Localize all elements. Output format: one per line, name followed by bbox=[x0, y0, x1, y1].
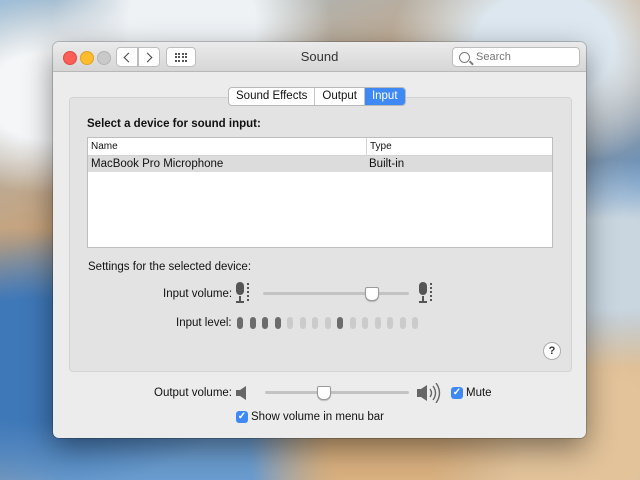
tab-sound-effects[interactable]: Sound Effects bbox=[229, 88, 316, 105]
level-segment bbox=[337, 317, 343, 329]
tab-input[interactable]: Input bbox=[364, 88, 405, 105]
mic-low-icon bbox=[236, 282, 249, 304]
level-segment bbox=[249, 317, 256, 329]
settings-heading: Settings for the selected device: bbox=[88, 261, 252, 273]
level-segment bbox=[374, 317, 381, 329]
output-volume-label: Output volume: bbox=[154, 387, 232, 399]
level-segment bbox=[287, 317, 293, 329]
column-header-name[interactable]: Name bbox=[88, 138, 367, 155]
input-level-meter bbox=[237, 317, 418, 329]
device-name: MacBook Pro Microphone bbox=[91, 158, 224, 170]
show-volume-checkbox[interactable]: ✓ bbox=[236, 411, 248, 423]
level-segment bbox=[349, 317, 356, 329]
search-icon bbox=[459, 51, 470, 63]
mute-label[interactable]: Mute bbox=[466, 387, 492, 399]
level-segment bbox=[387, 317, 393, 329]
speaker-high-icon bbox=[417, 383, 441, 403]
help-button[interactable]: ? bbox=[543, 342, 561, 360]
show-volume-label[interactable]: Show volume in menu bar bbox=[251, 411, 384, 423]
mute-checkbox[interactable]: ✓ bbox=[451, 387, 463, 399]
speaker-low-icon bbox=[236, 386, 246, 400]
device-select-heading: Select a device for sound input: bbox=[87, 118, 261, 130]
mic-high-icon bbox=[419, 282, 432, 304]
title-bar: Sound bbox=[53, 42, 586, 72]
level-segment bbox=[324, 317, 331, 329]
device-type: Built-in bbox=[369, 158, 405, 170]
device-table[interactable]: Name Type MacBook Pro Microphone Built-i… bbox=[87, 137, 553, 248]
search-field[interactable] bbox=[452, 47, 580, 67]
input-volume-slider[interactable] bbox=[263, 292, 409, 295]
level-segment bbox=[237, 317, 243, 329]
tab-output[interactable]: Output bbox=[315, 88, 365, 105]
table-header: Name Type bbox=[88, 138, 552, 156]
sound-preferences-window: Sound Sound Effects Output Input Select … bbox=[53, 42, 586, 438]
level-segment bbox=[399, 317, 406, 329]
output-volume-thumb[interactable] bbox=[316, 386, 331, 400]
tab-bar: Sound Effects Output Input bbox=[228, 87, 406, 106]
search-input[interactable] bbox=[476, 51, 571, 63]
level-segment bbox=[412, 317, 418, 329]
input-volume-thumb[interactable] bbox=[365, 287, 380, 301]
level-segment bbox=[262, 317, 268, 329]
level-segment bbox=[312, 317, 318, 329]
level-segment bbox=[299, 317, 306, 329]
level-segment bbox=[274, 317, 281, 329]
output-volume-slider[interactable] bbox=[265, 391, 409, 394]
input-volume-label: Input volume: bbox=[163, 288, 233, 300]
input-level-label: Input level: bbox=[176, 317, 232, 329]
table-row[interactable]: MacBook Pro Microphone Built-in bbox=[88, 156, 552, 172]
level-segment bbox=[362, 317, 368, 329]
column-header-type[interactable]: Type bbox=[367, 138, 392, 155]
